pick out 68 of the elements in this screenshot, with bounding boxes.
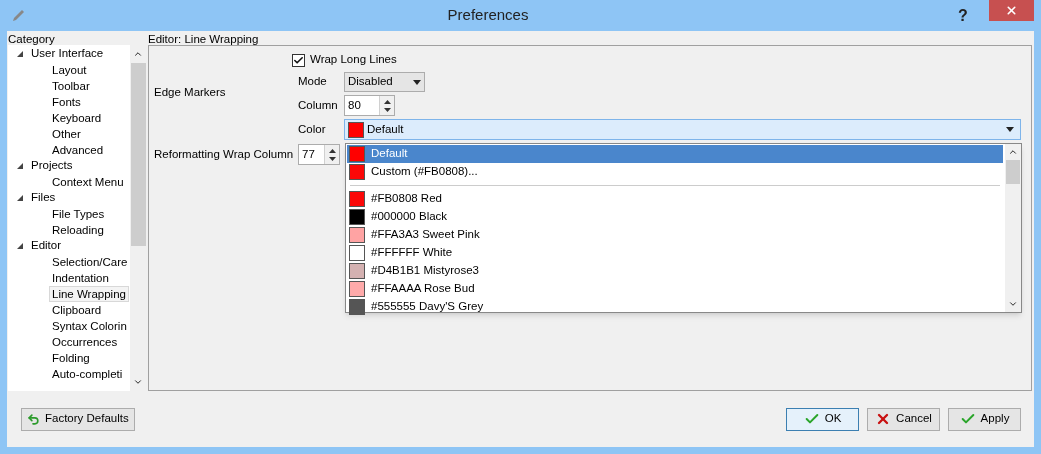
color-dropdown[interactable]: Default [344,119,1021,140]
close-icon [1005,4,1018,17]
color-option[interactable]: #D4B1B1 Mistyrose3 [347,262,1003,280]
scroll-up-icon[interactable] [1008,147,1018,157]
tree-item[interactable]: Reloading [49,222,107,238]
tree-item[interactable]: Other [49,126,84,142]
tree-item[interactable]: Selection/Care [49,254,130,270]
factory-defaults-button[interactable]: Factory Defaults [21,407,135,431]
spin-box[interactable]: 77 [298,144,340,165]
expand-triangle-icon[interactable] [17,163,23,169]
category-label: Category [8,33,56,45]
tree-item[interactable]: Fonts [49,94,84,110]
tree-item[interactable]: Folding [49,350,93,366]
scroll-thumb[interactable] [130,63,146,246]
mode-label: Mode [298,74,328,90]
tree-item[interactable]: Keyboard [49,110,105,126]
tree-item[interactable]: File Types [49,206,108,222]
color-option[interactable]: #FFA3A3 Sweet Pink [347,226,1003,244]
color-option[interactable]: Default [347,145,1003,163]
spin-box[interactable]: 80 [344,95,395,116]
color-option[interactable]: #000000 Black [347,208,1003,226]
tree-item[interactable]: Occurrences [49,334,121,350]
color-option[interactable]: Custom (#FB0808)... [347,163,1003,181]
scroll-up-icon[interactable] [133,49,143,59]
expand-triangle-icon[interactable] [17,51,23,57]
expand-triangle-icon[interactable] [17,195,23,201]
color-option[interactable]: #FFAAAA Rose Bud [347,280,1003,298]
tree-item[interactable]: Files [8,190,130,206]
tree-item[interactable]: Indentation [49,270,112,286]
column-label: Column [298,97,339,113]
tree-item[interactable]: User Interface [8,46,130,62]
checkbox-label: Wrap Long Lines [310,52,397,68]
pen-icon [11,8,25,23]
color-label: Color [298,121,327,137]
window-title: Preferences [446,5,530,26]
cancel-button[interactable]: Cancel [867,407,940,431]
checkbox[interactable] [292,53,305,67]
scroll-down-icon[interactable] [1008,299,1018,309]
mode-dropdown[interactable]: Disabled [344,72,425,92]
close-button[interactable] [989,0,1034,21]
color-option[interactable]: #FFFFFF White [347,244,1003,262]
tree-item[interactable]: Layout [49,62,90,78]
scrollbar[interactable] [1005,144,1021,312]
scroll-down-icon[interactable] [133,377,143,387]
tree-item[interactable]: Line Wrapping [49,286,129,302]
help-button[interactable]: ? [951,3,975,28]
tree-item[interactable]: Toolbar [49,78,93,94]
reformatting-label: Reformatting Wrap Column [154,146,293,162]
spin-arrows-icon[interactable] [324,145,339,164]
tree-item[interactable]: Advanced [49,142,107,158]
tree-item[interactable]: Auto-completi [49,366,126,382]
tree-item[interactable]: Clipboard [49,302,105,318]
tree-item[interactable]: Context Menu [49,174,127,190]
edge-markers-label: Edge Markers [154,85,227,100]
scroll-thumb[interactable] [1006,160,1020,184]
caret-icon [1006,127,1014,132]
tree-item[interactable]: Syntax Colorin [49,318,130,334]
color-option[interactable]: #FB0808 Red [347,190,1003,208]
panel-title: Editor: Line Wrapping [148,33,260,45]
tree-item[interactable]: Projects [8,158,130,174]
undo-arrow-icon [27,412,40,426]
caret-icon [413,79,421,85]
expand-triangle-icon[interactable] [17,243,23,249]
ok-button[interactable]: OK [786,407,859,431]
apply-button[interactable]: Apply [948,407,1021,431]
color-option[interactable]: #555555 Davy'S Grey [347,298,1003,316]
tree-item[interactable]: Editor [8,238,130,254]
spin-arrows-icon[interactable] [379,96,394,115]
